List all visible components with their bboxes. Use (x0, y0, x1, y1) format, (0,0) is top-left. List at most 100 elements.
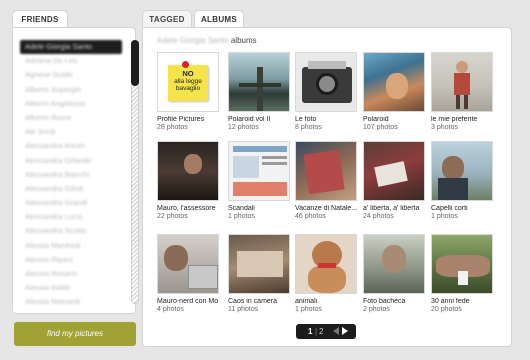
album-name: Le foto (295, 116, 317, 123)
friend-item[interactable]: Alessia Mainardi (20, 295, 122, 309)
friend-item[interactable]: Alberto Illuore (20, 111, 122, 125)
friend-item[interactable]: Alessia Rosario (20, 267, 122, 281)
album-count: 8 photos (295, 124, 322, 131)
album-cover[interactable] (363, 234, 425, 294)
find-my-pictures-button[interactable]: find my pictures (14, 322, 136, 346)
friends-scrollbar[interactable] (131, 40, 139, 304)
friend-item[interactable]: Ale Sordi (20, 125, 122, 139)
page-separator: | (315, 327, 318, 336)
album-name: Caos in camera (228, 298, 278, 305)
album-cover[interactable]: NO alla legge bavaglio (157, 52, 219, 112)
friend-item[interactable]: Alessandra Ancini (20, 139, 122, 153)
album-cover[interactable] (363, 52, 425, 112)
photo-detail (164, 245, 188, 271)
album-item[interactable]: Scandali 1 photos (228, 141, 290, 221)
album-cover[interactable] (228, 52, 290, 112)
album-cover[interactable] (157, 234, 219, 294)
album-name: Profile Pictures (157, 116, 205, 123)
album-cover[interactable] (228, 141, 290, 201)
album-name: Capelli corti (431, 205, 468, 212)
friend-item[interactable]: Alessandra Grandi (20, 196, 122, 210)
album-count: 1 photos (228, 213, 255, 220)
album-item[interactable]: Mauro-nerd con Mo 4 photos (157, 234, 219, 314)
photo-detail (239, 83, 281, 87)
camera-lens (316, 73, 338, 95)
prev-page-icon[interactable] (333, 327, 339, 335)
album-item[interactable]: le mie preferite 3 photos (431, 52, 493, 132)
album-count: 46 photos (295, 213, 326, 220)
album-cover[interactable] (431, 52, 493, 112)
album-count: 1 photos (295, 306, 322, 313)
photo-detail (318, 263, 336, 268)
album-item[interactable]: Polaroid 107 photos (363, 52, 425, 132)
album-count: 4 photos (157, 306, 184, 313)
photo-detail (262, 162, 287, 165)
page-1-link[interactable]: 1 (308, 324, 312, 339)
album-name: Vacanze di Natale... (295, 205, 357, 212)
friend-item[interactable]: Alessandra Orlando (20, 154, 122, 168)
album-cover[interactable] (431, 234, 493, 294)
album-item[interactable]: Foto bacheca 2 photos (363, 234, 425, 314)
album-item[interactable]: Mauro, l'assessore 22 photos (157, 141, 219, 221)
friend-item[interactable]: Alessandra Gilioli (20, 182, 122, 196)
friend-item[interactable]: Adele Giorgia Santo (20, 40, 122, 55)
friend-item[interactable]: Alessia Manfredi (20, 239, 122, 253)
friends-panel: Adele Giorgia Santo Adriana De Leo Agnes… (12, 27, 139, 314)
photo-detail (233, 146, 287, 152)
photo-detail (233, 156, 259, 178)
friend-item[interactable]: Alessia Baldo (20, 281, 122, 295)
next-page-icon[interactable] (342, 327, 348, 335)
album-count: 22 photos (157, 213, 188, 220)
tab-tagged[interactable]: TAGGED (142, 10, 192, 28)
album-item[interactable]: Le foto 8 photos (295, 52, 357, 132)
tab-albums[interactable]: ALBUMS (194, 10, 244, 28)
album-item[interactable]: Vacanze di Natale... 46 photos (295, 141, 357, 221)
album-cover[interactable] (363, 141, 425, 201)
album-cover[interactable] (228, 234, 290, 294)
album-name: Polaroid vol II (228, 116, 271, 123)
friend-item[interactable]: Alberto Supergiò (20, 83, 122, 97)
photo-detail (184, 154, 202, 174)
album-item[interactable]: animali 1 photos (295, 234, 357, 314)
album-item[interactable]: 30 anni fede 20 photos (431, 234, 493, 314)
album-cover[interactable] (295, 52, 357, 112)
album-cover[interactable] (295, 234, 357, 294)
albums-title: Adele Giorgia Santo albums (157, 36, 257, 45)
friend-item[interactable]: Adriana De Leo (20, 54, 122, 68)
album-cover[interactable] (157, 141, 219, 201)
photo-detail (303, 149, 345, 195)
album-count: 12 photos (228, 124, 259, 131)
photo-detail (458, 271, 468, 285)
album-name: le mie preferite (431, 116, 478, 123)
photo-detail (442, 156, 464, 180)
album-item[interactable]: NO alla legge bavaglio Profile Pictures … (157, 52, 219, 132)
albums-owner-name: Adele Giorgia Santo (157, 36, 229, 45)
friend-item[interactable]: Agnese Guido (20, 68, 122, 82)
photo-detail (464, 95, 468, 109)
album-item[interactable]: Caos in camera 11 photos (228, 234, 290, 314)
sticky-note-image: NO alla legge bavaglio (168, 65, 208, 101)
album-item[interactable]: a' liberta, a' liberta 24 photos (363, 141, 425, 221)
friend-item[interactable]: Alberto Angelosso (20, 97, 122, 111)
album-name: Mauro-nerd con Mo (157, 298, 219, 305)
friend-item[interactable]: Alessandra Lucio (20, 210, 122, 224)
album-item[interactable]: Capelli corti 1 photos (431, 141, 493, 221)
friend-item[interactable]: Alessandra Scotto (20, 224, 122, 238)
friend-item[interactable]: Alessandra Bianchi (20, 168, 122, 182)
scrollbar-thumb[interactable] (131, 40, 139, 86)
album-count: 107 photos (363, 124, 398, 131)
photo-detail (233, 182, 287, 196)
photo-detail (262, 156, 287, 159)
album-cover[interactable] (431, 141, 493, 201)
photo-detail (257, 67, 263, 111)
photo-detail (237, 251, 283, 277)
album-item[interactable]: Polaroid vol II 12 photos (228, 52, 290, 132)
albums-title-suffix: albums (230, 36, 257, 45)
photo-detail (374, 161, 408, 187)
album-cover[interactable] (295, 141, 357, 201)
album-count: 11 photos (228, 306, 259, 313)
tab-friends[interactable]: FRIENDS (12, 10, 68, 28)
friend-item[interactable]: Alessia Ripani (20, 253, 122, 267)
photo-detail (382, 245, 406, 273)
page-2-link[interactable]: 2 (319, 324, 323, 339)
